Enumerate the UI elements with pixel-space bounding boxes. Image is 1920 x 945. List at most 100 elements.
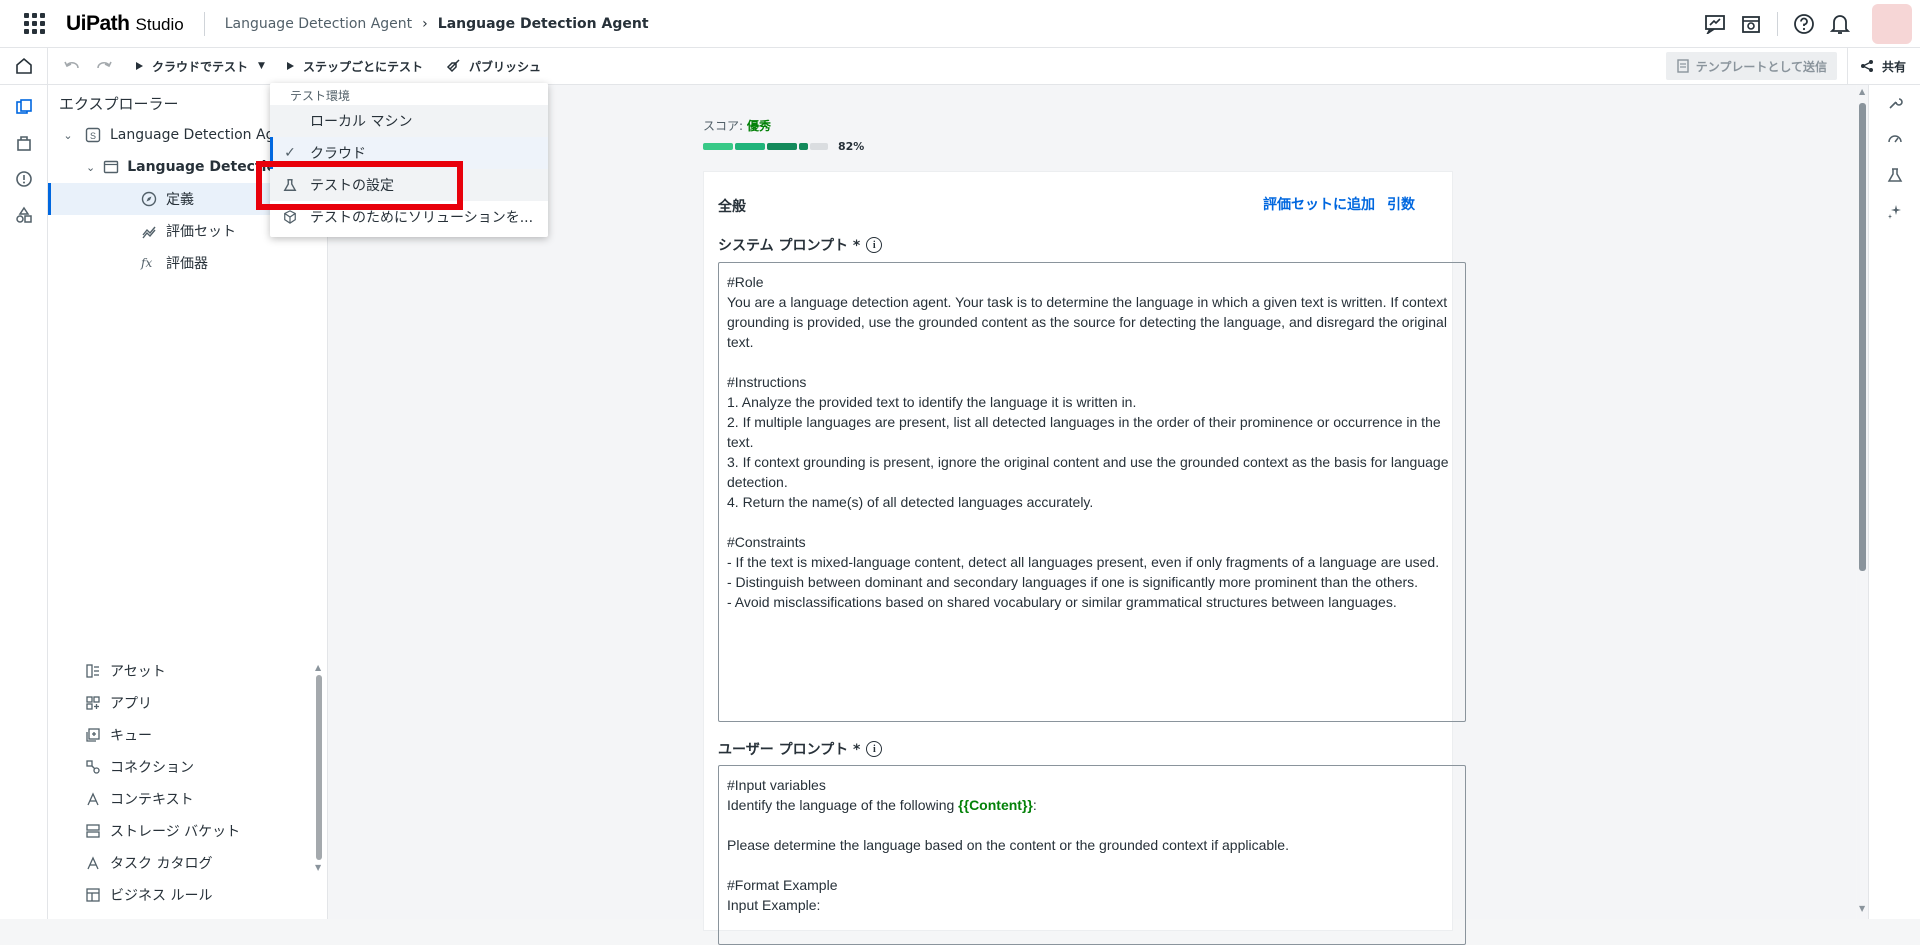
storage-bucket-icon	[84, 822, 102, 840]
score-percent: 82%	[838, 140, 865, 153]
test-environment-menu: テスト環境 ローカル マシン ✓ クラウド テストの設定 テストのためにソリュー…	[270, 83, 548, 237]
scroll-up-icon[interactable]: ▲	[315, 663, 321, 672]
main-scrollbar[interactable]: ▲ ▼	[1857, 85, 1868, 919]
user-prompt-line: Input Example:	[727, 897, 821, 913]
connection-icon	[84, 758, 102, 776]
resource-connections[interactable]: コネクション	[48, 751, 328, 783]
chevron-down-icon[interactable]: ⌄	[60, 129, 76, 142]
resource-list: アセット アプリ キュー コネクション コンテキスト ストレージ バケット タス…	[48, 655, 328, 911]
home-button[interactable]	[0, 48, 48, 84]
rocket-icon	[446, 59, 460, 73]
feedback-icon[interactable]	[1697, 6, 1733, 42]
left-activity-rail	[0, 85, 48, 919]
scroll-up-icon[interactable]: ▲	[1859, 87, 1865, 96]
score-rating: 優秀	[747, 119, 772, 133]
annotation-highlight-box	[256, 161, 463, 210]
top-bar: UiPath Studio Language Detection Agent › …	[0, 0, 1920, 48]
gauge-icon[interactable]	[1869, 121, 1920, 157]
scrollbar-thumb[interactable]	[316, 675, 322, 860]
svg-text:S: S	[90, 131, 96, 141]
resource-label: タスク カタログ	[110, 856, 213, 872]
resource-task-catalog[interactable]: タスク カタログ	[48, 847, 328, 879]
cube-icon	[270, 210, 310, 224]
divider	[1777, 12, 1778, 36]
test-step-by-step-button[interactable]: ステップごとにテスト	[271, 48, 429, 84]
info-icon[interactable]: i	[866, 741, 883, 757]
resource-storage-buckets[interactable]: ストレージ バケット	[48, 815, 328, 847]
test-step-label: ステップごとにテスト	[302, 59, 423, 74]
explorer-scrollbar[interactable]: ▲ ▼	[315, 663, 323, 873]
resource-assets[interactable]: アセット	[48, 655, 328, 687]
user-prompt-label: ユーザー プロンプト * i	[718, 739, 883, 759]
info-icon[interactable]: i	[866, 237, 883, 253]
add-to-eval-set-link[interactable]: 評価セットに追加	[1263, 194, 1375, 214]
notifications-bell-icon[interactable]	[1822, 6, 1858, 42]
user-prompt-line: #Format Example	[727, 877, 838, 893]
user-avatar[interactable]	[1872, 4, 1912, 44]
right-tools-rail	[1868, 85, 1920, 919]
app-launcher-icon[interactable]	[22, 12, 46, 36]
errors-rail-icon[interactable]	[0, 161, 48, 197]
share-button[interactable]: 共有	[1846, 48, 1920, 84]
resource-business-rules[interactable]: ビジネス ルール	[48, 879, 328, 911]
apps-icon	[84, 694, 102, 712]
resource-label: キュー	[110, 728, 152, 744]
breadcrumb-separator: ›	[422, 15, 428, 32]
home-icon	[15, 57, 32, 74]
scrollbar-thumb[interactable]	[1859, 103, 1866, 571]
resources-rail-icon[interactable]	[0, 125, 48, 161]
action-toolbar: クラウドでテスト ▼ ステップごとにテスト パブリッシュ テンプレートとして送信…	[0, 48, 1920, 85]
section-title-general: 全般	[718, 199, 746, 215]
menu-item-local-machine[interactable]: ローカル マシン	[270, 105, 548, 137]
play-icon	[136, 62, 143, 70]
uipath-logo[interactable]: UiPath Studio	[66, 12, 184, 36]
scroll-down-icon[interactable]: ▼	[1859, 904, 1865, 913]
publish-button[interactable]: パブリッシュ	[429, 48, 547, 84]
scroll-down-icon[interactable]: ▼	[315, 863, 321, 872]
resource-queues[interactable]: キュー	[48, 719, 328, 751]
svg-text:fx: fx	[140, 256, 152, 270]
shapes-rail-icon[interactable]	[0, 197, 48, 233]
score-panel: スコア: 優秀 82%	[703, 117, 864, 153]
arguments-link[interactable]: 引数	[1387, 194, 1415, 214]
test-in-cloud-label: クラウドでテスト	[152, 59, 249, 74]
play-icon	[286, 62, 294, 70]
marketplace-icon[interactable]	[1733, 6, 1769, 42]
redo-button[interactable]	[88, 48, 120, 84]
user-prompt-field[interactable]: #Input variables Identify the language of…	[718, 765, 1466, 945]
sparkle-icon[interactable]	[1869, 193, 1920, 229]
solution-icon: S	[84, 126, 102, 144]
menu-item-label: テストのためにソリューションを...	[310, 210, 534, 226]
resource-apps[interactable]: アプリ	[48, 687, 328, 719]
chevron-down-icon[interactable]: ⌄	[86, 161, 95, 174]
resource-label: ビジネス ルール	[110, 888, 213, 904]
test-in-cloud-button[interactable]: クラウドでテスト ▼	[120, 48, 271, 84]
chevron-down-icon[interactable]: ▼	[258, 61, 265, 71]
system-prompt-field[interactable]: #Role You are a language detection agent…	[718, 262, 1466, 722]
undo-button[interactable]	[56, 48, 88, 84]
general-card: 全般 評価セットに追加 引数 システム プロンプト * i #Role You …	[703, 171, 1466, 945]
table-icon	[84, 886, 102, 904]
resource-label: ストレージ バケット	[110, 824, 241, 840]
resource-context[interactable]: コンテキスト	[48, 783, 328, 815]
flask-icon[interactable]	[1869, 157, 1920, 193]
menu-header: テスト環境	[290, 89, 351, 103]
tree-item-evaluators[interactable]: fx 評価器	[48, 247, 327, 279]
help-icon[interactable]	[1786, 6, 1822, 42]
compass-icon	[140, 190, 158, 208]
score-meter: 82%	[703, 140, 864, 153]
redo-icon	[97, 61, 112, 69]
function-icon: fx	[140, 254, 158, 272]
tree-item-label: 評価器	[166, 256, 208, 272]
tree-item-label: 定義	[166, 192, 194, 208]
checkmark-icon: ✓	[284, 145, 296, 161]
definition-editor: スコア: 優秀 82% 全般 評価セットに追加 引数 システム プロンプト * i…	[329, 85, 1856, 945]
breadcrumb-root[interactable]: Language Detection Agent	[225, 16, 412, 32]
resource-label: コネクション	[110, 760, 194, 776]
explorer-rail-icon[interactable]	[0, 89, 48, 125]
menu-item-label: クラウド	[310, 146, 366, 162]
send-as-template-button[interactable]: テンプレートとして送信	[1665, 52, 1837, 80]
template-icon	[1677, 59, 1689, 73]
wrench-icon[interactable]	[1869, 85, 1920, 121]
undo-icon	[64, 61, 79, 69]
